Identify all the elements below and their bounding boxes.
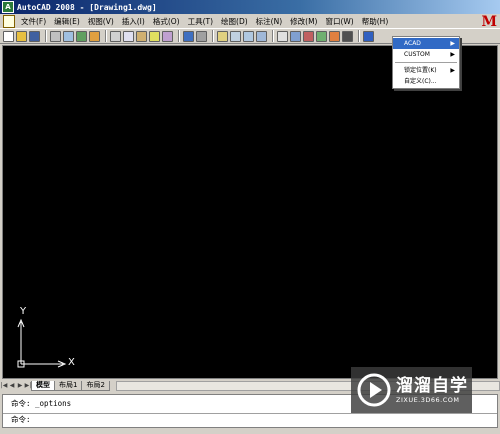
undo-icon[interactable] [183, 30, 194, 42]
document-icon[interactable] [3, 14, 15, 28]
menu-modify[interactable]: 修改(M) [286, 16, 321, 27]
publish-icon[interactable] [76, 30, 87, 42]
menu-format[interactable]: 格式(O) [149, 16, 184, 27]
block-editor-icon[interactable] [162, 30, 173, 42]
tool-palettes-icon[interactable] [303, 30, 314, 42]
command-history: 命令: _options [11, 399, 72, 408]
calculator-icon[interactable] [342, 30, 353, 42]
open-icon[interactable] [16, 30, 27, 42]
toolbar-separator [272, 30, 274, 42]
context-menu-item-lock-location[interactable]: 锁定位置(K) ▶ [393, 65, 459, 76]
submenu-arrow-icon: ▶ [450, 40, 455, 47]
menu-tools[interactable]: 工具(T) [184, 16, 217, 27]
tab-next-icon[interactable]: ▶ [16, 382, 24, 390]
menu-draw[interactable]: 绘图(D) [217, 16, 252, 27]
drawing-canvas[interactable]: Y X [2, 45, 498, 379]
3d-dwf-icon[interactable] [89, 30, 100, 42]
markup-icon[interactable] [329, 30, 340, 42]
context-menu-label: 自定义(C)... [404, 78, 437, 85]
menu-window[interactable]: 窗口(W) [321, 16, 357, 27]
submenu-arrow-icon: ▶ [450, 51, 455, 58]
zoom-window-icon[interactable] [243, 30, 254, 42]
menu-help[interactable]: 帮助(H) [358, 16, 393, 27]
toolbar-separator [45, 30, 47, 42]
context-menu-label: 锁定位置(K) [404, 67, 437, 74]
submenu-arrow-icon: ▶ [450, 67, 455, 74]
cut-icon[interactable] [110, 30, 121, 42]
menu-edit[interactable]: 编辑(E) [50, 16, 84, 27]
paste-icon[interactable] [136, 30, 147, 42]
context-menu-label: ACAD [404, 40, 421, 47]
menu-file[interactable]: 文件(F) [17, 16, 50, 27]
command-divider [3, 413, 497, 414]
window-title: AutoCAD 2008 - [Drawing1.dwg] [17, 2, 157, 12]
context-menu-item-acad[interactable]: ACAD ▶ [393, 38, 459, 49]
copy-icon[interactable] [123, 30, 134, 42]
watermark-text: 溜溜自学 ZIXUE.3D66.COM [396, 376, 468, 404]
help-icon[interactable] [363, 30, 374, 42]
save-icon[interactable] [29, 30, 40, 42]
toolbar-separator [212, 30, 214, 42]
toolbar-separator [358, 30, 360, 42]
autocad-app-icon[interactable]: A [2, 1, 14, 13]
matchprop-icon[interactable] [149, 30, 160, 42]
design-center-icon[interactable] [290, 30, 301, 42]
toolbar-context-menu: ACAD ▶ CUSTOM ▶ 锁定位置(K) ▶ 自定义(C)... [392, 36, 460, 89]
tab-layout2[interactable]: 布局2 [81, 380, 110, 391]
tab-first-icon[interactable]: |◀ [0, 382, 8, 390]
pan-icon[interactable] [217, 30, 228, 42]
command-prompt[interactable]: 命令: [11, 415, 31, 425]
ucs-axes-icon [17, 318, 67, 368]
zoom-realtime-icon[interactable] [230, 30, 241, 42]
print-icon[interactable] [50, 30, 61, 42]
tab-prev-icon[interactable]: ◀ [8, 382, 16, 390]
properties-icon[interactable] [277, 30, 288, 42]
play-logo-icon [357, 373, 391, 407]
watermark-url: ZIXUE.3D66.COM [396, 396, 460, 404]
title-bar[interactable]: A AutoCAD 2008 - [Drawing1.dwg] [0, 0, 500, 14]
redo-icon[interactable] [196, 30, 207, 42]
preview-icon[interactable] [63, 30, 74, 42]
watermark: 溜溜自学 ZIXUE.3D66.COM [351, 367, 472, 413]
menu-insert[interactable]: 插入(I) [118, 16, 149, 27]
menu-dimension[interactable]: 标注(N) [252, 16, 286, 27]
menu-view[interactable]: 视图(V) [84, 16, 118, 27]
context-menu-separator [395, 62, 457, 63]
ucs-icon: Y X [13, 306, 75, 373]
context-menu-item-custom[interactable]: CUSTOM ▶ [393, 49, 459, 60]
tab-layout1[interactable]: 布局1 [54, 380, 83, 391]
ucs-y-label: Y [20, 306, 27, 317]
brand-logo: M [481, 14, 498, 30]
new-icon[interactable] [3, 30, 14, 42]
watermark-name: 溜溜自学 [396, 376, 468, 396]
zoom-previous-icon[interactable] [256, 30, 267, 42]
toolbar-separator [105, 30, 107, 42]
menu-bar: 文件(F) 编辑(E) 视图(V) 插入(I) 格式(O) 工具(T) 绘图(D… [0, 14, 500, 29]
context-menu-label: CUSTOM [404, 51, 430, 58]
toolbar-separator [178, 30, 180, 42]
ucs-x-label: X [68, 357, 75, 368]
context-menu-item-customize[interactable]: 自定义(C)... [393, 76, 459, 87]
sheet-set-icon[interactable] [316, 30, 327, 42]
tab-model[interactable]: 模型 [31, 380, 55, 391]
